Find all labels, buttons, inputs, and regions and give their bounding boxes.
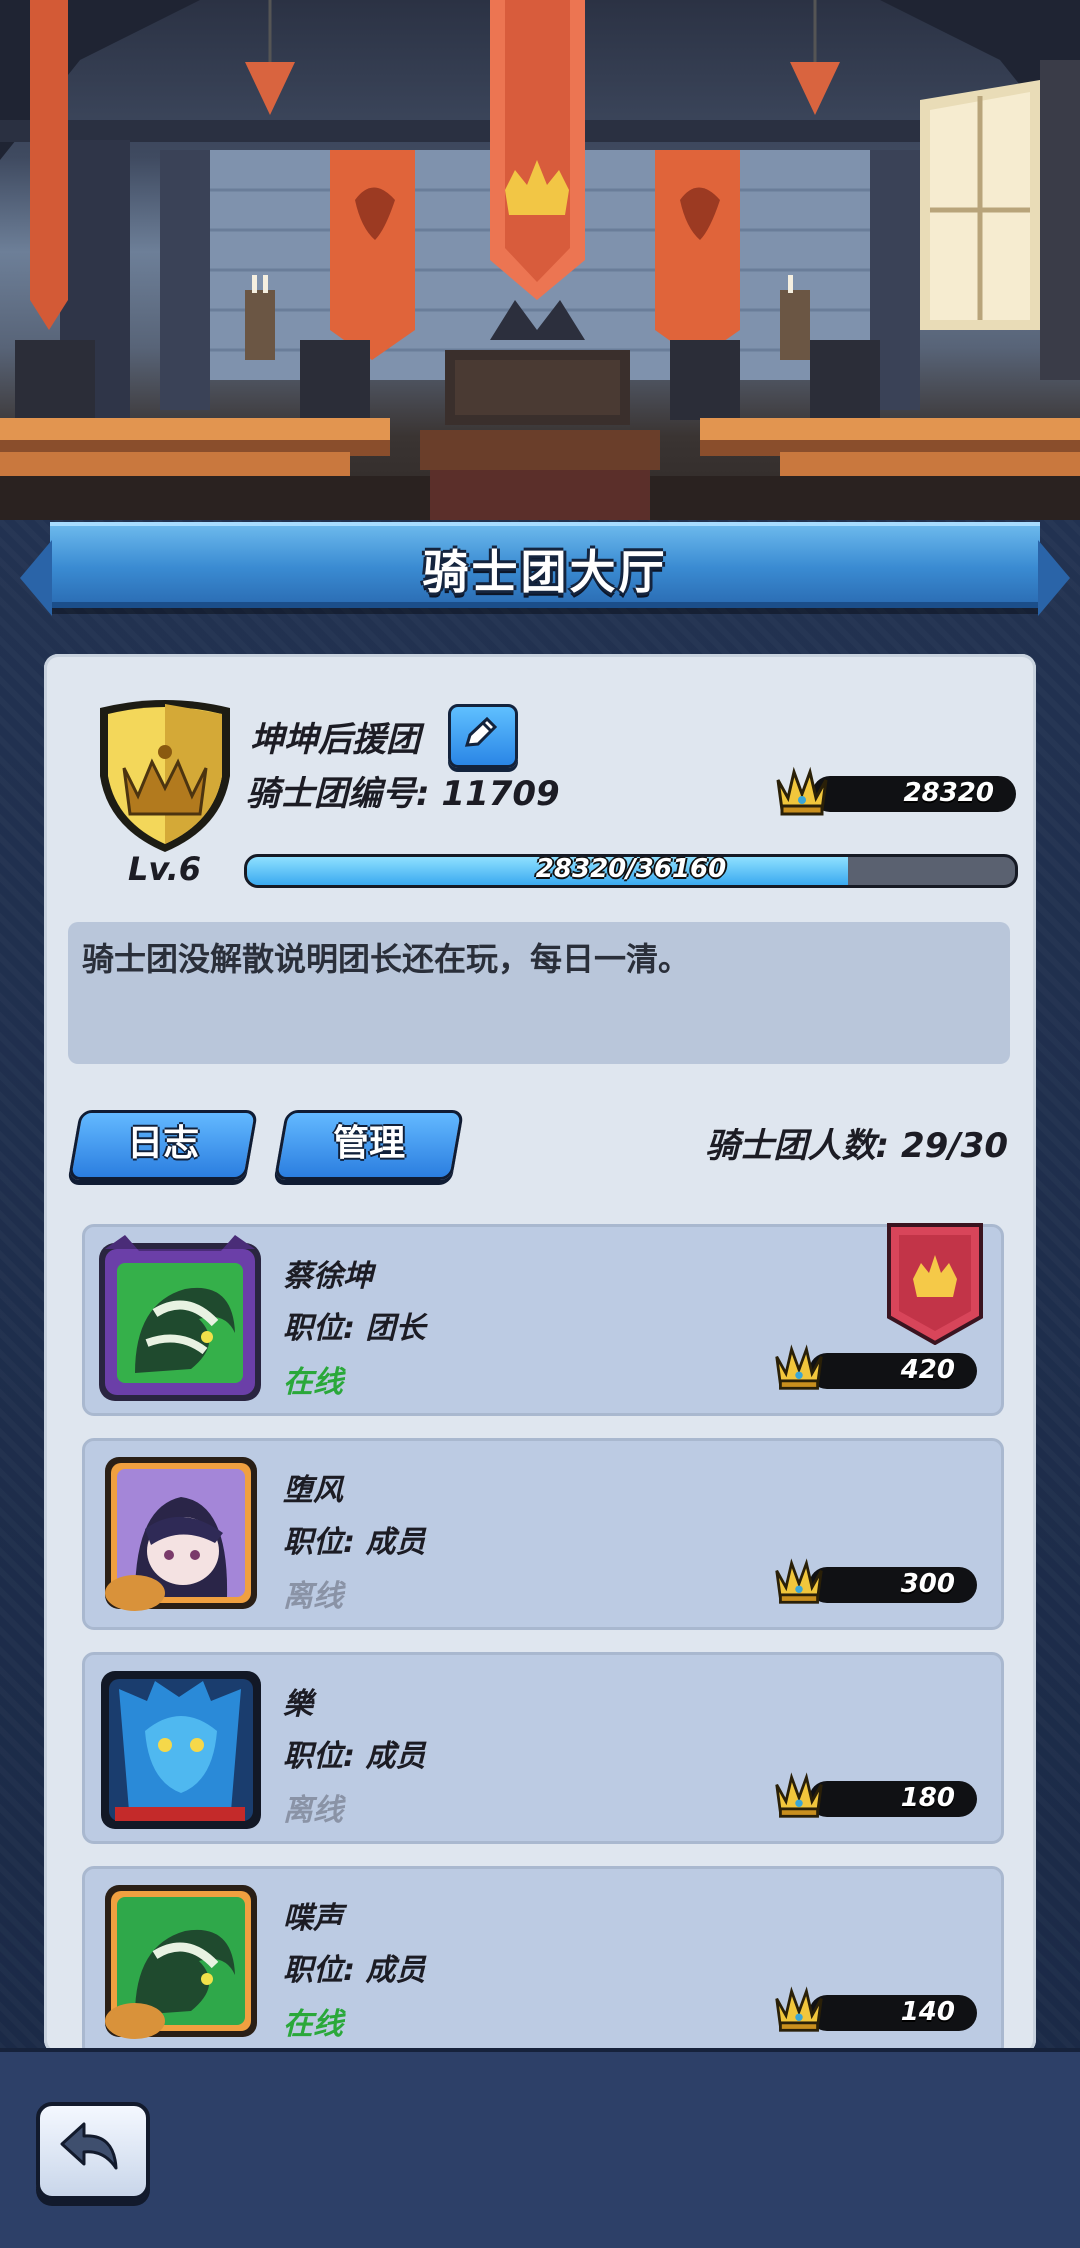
crown-icon <box>775 1344 823 1390</box>
member-status: 在线 <box>283 1365 343 1400</box>
guild-level: Lv.6 <box>128 850 202 888</box>
guild-xp-text: 28320/36160 <box>535 854 727 884</box>
member-avatar <box>101 1671 261 1829</box>
member-avatar <box>105 1457 257 1611</box>
crown-icon <box>775 1558 823 1604</box>
edit-guild-button[interactable] <box>448 704 518 768</box>
guild-notice-text: 骑士团没解散说明团长还在玩，每日一清。 <box>82 940 691 978</box>
member-card[interactable]: 堕风 职位: 成员 离线 300 <box>82 1438 1004 1630</box>
back-button[interactable] <box>36 2102 150 2200</box>
guild-xp-bar: 28320/36160 <box>244 854 1018 888</box>
member-trophy-value: 300 <box>900 1569 955 1599</box>
member-status: 离线 <box>283 1579 343 1614</box>
guild-name: 坤坤后援团 <box>250 720 420 760</box>
member-card[interactable]: 喋声 职位: 成员 在线 140 <box>82 1866 1004 2048</box>
member-trophy-value: 420 <box>900 1355 955 1385</box>
member-trophy-pill: 140 <box>809 1995 977 2031</box>
member-status: 在线 <box>283 2007 343 2042</box>
member-avatar <box>105 1885 257 2039</box>
member-trophy-pill: 300 <box>809 1567 977 1603</box>
guild-trophy-value: 28320 <box>903 778 994 808</box>
guild-id: 骑士团编号: 11709 <box>246 774 560 814</box>
hall-background <box>0 0 1080 560</box>
member-role: 职位: 团长 <box>283 1311 426 1346</box>
member-name: 蔡徐坤 <box>283 1259 373 1294</box>
guild-emblem-icon <box>100 700 230 852</box>
member-trophy-pill: 180 <box>809 1781 977 1817</box>
member-card[interactable]: 蔡徐坤 职位: 团长 在线 420 <box>82 1223 1004 1416</box>
crown-icon <box>775 1772 823 1818</box>
member-name: 堕风 <box>283 1473 343 1508</box>
log-button[interactable]: 日志 <box>67 1110 259 1180</box>
member-trophy-value: 180 <box>900 1783 955 1813</box>
member-role: 职位: 成员 <box>283 1525 426 1560</box>
member-role: 职位: 成员 <box>283 1953 426 1988</box>
manage-button-label: 管理 <box>333 1123 406 1164</box>
member-avatar <box>99 1235 261 1401</box>
guild-trophy-pill: 28320 <box>812 776 1016 812</box>
member-name: 喋声 <box>283 1901 343 1936</box>
pencil-icon <box>464 716 498 747</box>
member-list[interactable]: 蔡徐坤 职位: 团长 在线 420 堕风 职位: 成员 离线 300 樂 职位:… <box>44 1210 1036 2048</box>
member-status: 离线 <box>283 1793 343 1828</box>
page-title: 骑士团大厅 <box>422 545 668 599</box>
member-role: 职位: 成员 <box>283 1739 426 1774</box>
guild-notice[interactable]: 骑士团没解散说明团长还在玩，每日一清。 <box>68 922 1010 1064</box>
back-arrow-icon <box>60 2122 118 2170</box>
leader-banner-icon <box>887 1223 983 1345</box>
member-name: 樂 <box>283 1687 313 1722</box>
member-card[interactable]: 樂 职位: 成员 离线 180 <box>82 1652 1004 1844</box>
bottom-bar <box>0 2048 1080 2248</box>
member-trophy-pill: 420 <box>809 1353 977 1389</box>
log-button-label: 日志 <box>127 1123 200 1164</box>
title-ribbon: 骑士团大厅 <box>20 522 1070 616</box>
crown-icon <box>775 1986 823 2032</box>
member-count: 骑士团人数: 29/30 <box>705 1126 1008 1166</box>
member-trophy-value: 140 <box>900 1997 955 2027</box>
crown-icon <box>776 766 828 816</box>
manage-button[interactable]: 管理 <box>273 1110 465 1180</box>
